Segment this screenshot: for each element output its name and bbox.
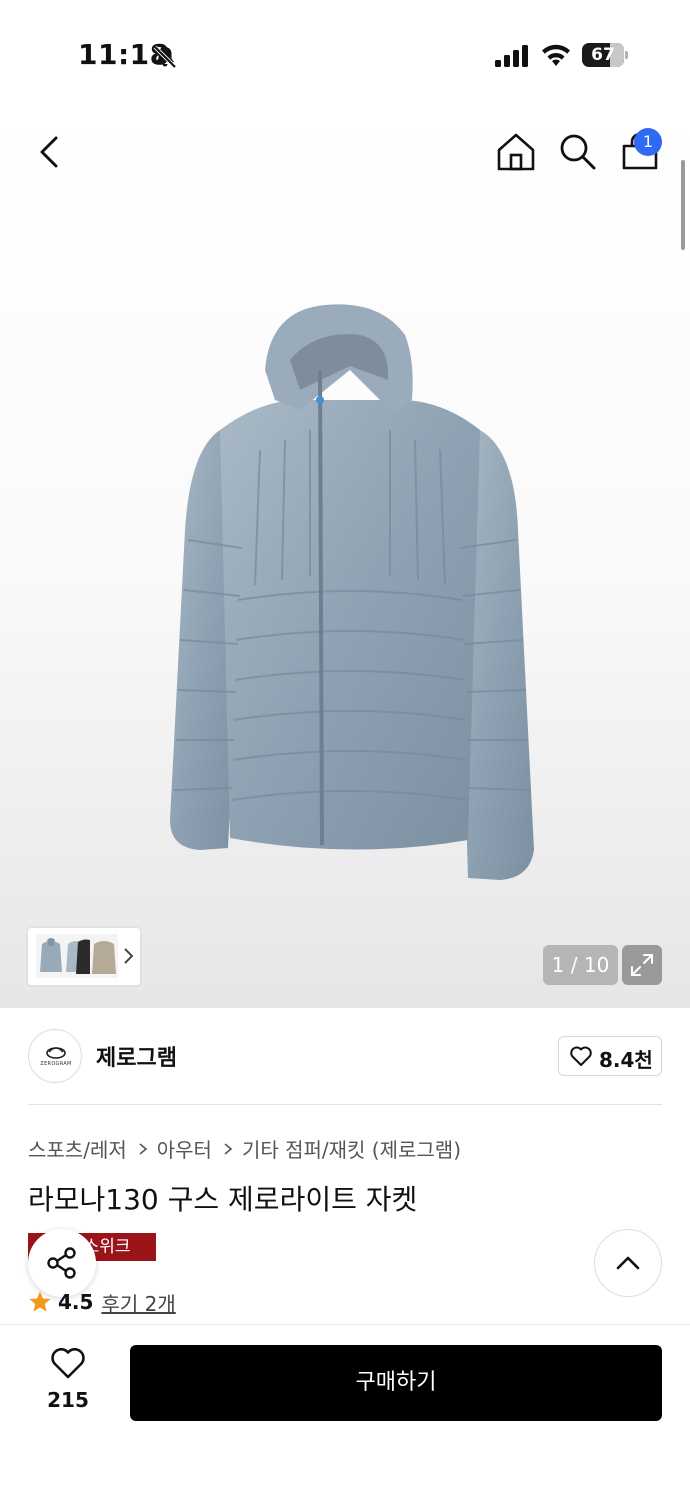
scroll-indicator — [681, 160, 685, 250]
bell-off-icon — [153, 45, 177, 69]
breadcrumb-item[interactable]: 스포츠/레저 — [28, 1134, 127, 1163]
brand-logo[interactable]: ZEROGRAM — [28, 1029, 82, 1083]
search-icon[interactable] — [556, 130, 598, 172]
product-title: 라모나130 구스 제로라이트 자켓 — [28, 1183, 418, 1216]
product-image-gallery[interactable] — [0, 110, 690, 1008]
breadcrumb-item[interactable]: 기타 점퍼/재킷 (제로그램) — [242, 1134, 461, 1163]
chevron-up-icon — [616, 1256, 640, 1270]
star-icon — [29, 1291, 51, 1312]
chevron-right-icon — [224, 1142, 233, 1155]
buy-button[interactable]: 구매하기 — [130, 1345, 662, 1421]
brand-logo-text: ZEROGRAM — [40, 1061, 72, 1067]
brand-name[interactable]: 제로그램 — [96, 1040, 177, 1072]
back-button[interactable] — [30, 130, 70, 174]
wifi-icon — [542, 44, 570, 66]
reviews-link[interactable]: 후기 2개 — [101, 1288, 175, 1317]
scroll-to-top-button[interactable] — [594, 1229, 662, 1297]
chevron-right-icon[interactable] — [122, 946, 134, 966]
battery-level: 67 — [591, 45, 615, 65]
breadcrumb: 스포츠/레저 아우터 기타 점퍼/재킷 (제로그램) — [28, 1134, 461, 1163]
brand-logo-mark — [46, 1047, 66, 1059]
thumbnail-strip[interactable] — [28, 928, 140, 985]
chevron-right-icon — [139, 1142, 147, 1155]
battery-icon: 67 — [582, 43, 628, 67]
status-bar: 11:18 67 — [0, 0, 690, 110]
home-icon[interactable] — [494, 130, 538, 174]
breadcrumb-item[interactable]: 아우터 — [157, 1134, 212, 1163]
share-button[interactable] — [28, 1229, 96, 1297]
cart-count-badge: 1 — [634, 128, 662, 156]
thumbnail-blue-gray[interactable] — [36, 934, 66, 978]
rating-value: 4.5 — [58, 1290, 94, 1314]
wishlist-button[interactable]: 215 — [40, 1346, 96, 1416]
share-icon — [47, 1247, 76, 1279]
wishlist-count: 215 — [47, 1388, 89, 1412]
brand-like-button[interactable]: 8.4천 — [558, 1036, 662, 1076]
expand-icon[interactable] — [622, 945, 662, 985]
divider — [28, 1104, 662, 1105]
brand-like-count: 8.4천 — [599, 1048, 653, 1072]
heart-icon — [570, 1046, 592, 1066]
signal-icon — [495, 45, 528, 67]
rating-row: 4.5 후기 2개 — [28, 1288, 176, 1316]
thumbnail-beige[interactable] — [90, 934, 118, 978]
product-image[interactable] — [150, 300, 550, 890]
image-page-counter: 1 / 10 — [543, 945, 618, 985]
heart-icon — [51, 1348, 85, 1379]
